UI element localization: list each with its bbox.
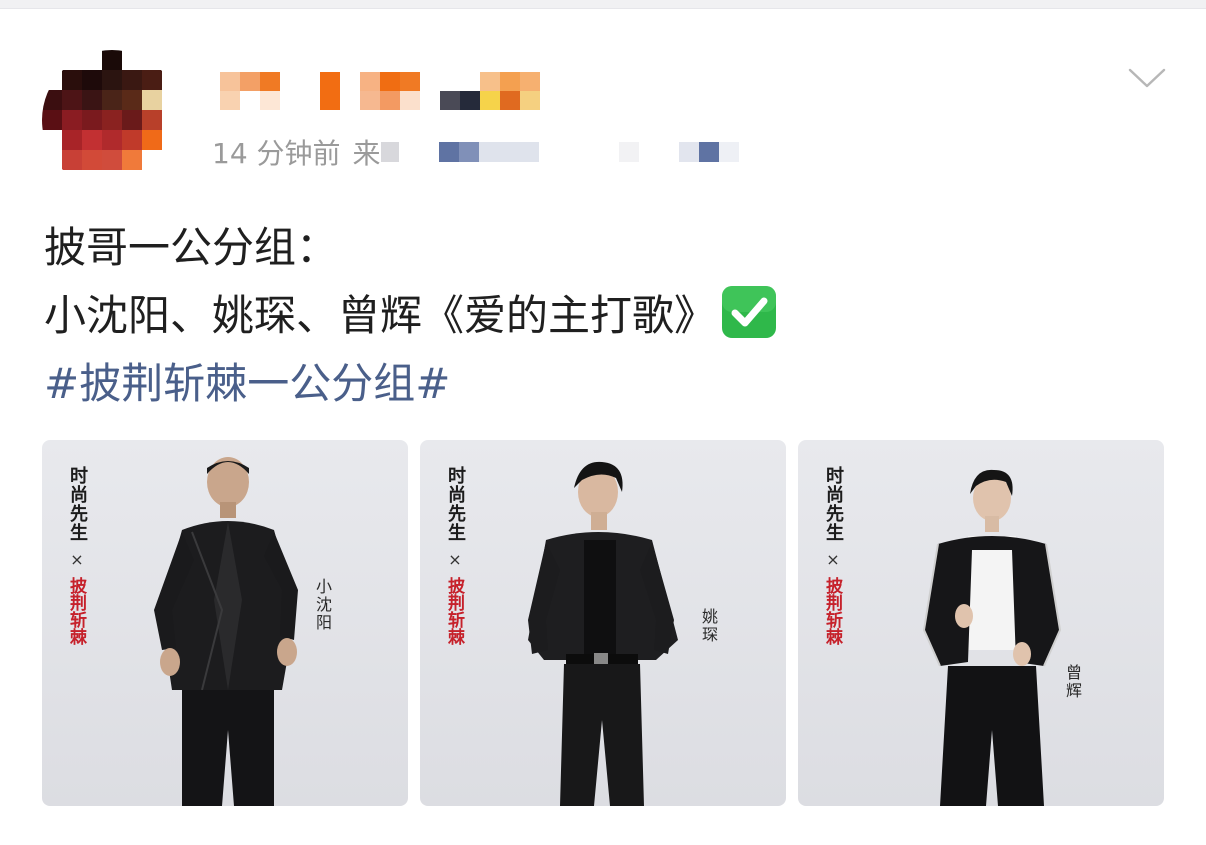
brand-logo-bottom: 披荆斩棘 [66,577,86,645]
person-photo-2 [528,461,678,806]
person-photo-3 [922,469,1062,806]
brand-logo: 时尚先生 × 披荆斩棘 [442,466,468,645]
chevron-down-icon [1128,68,1166,88]
post-text-line-2-text: 小沈阳、姚琛、曾辉《爱的主打歌》 [44,291,717,340]
brand-logo: 时尚先生 × 披荆斩棘 [64,466,90,645]
post-image-2[interactable]: 时尚先生 × 披荆斩棘 姚琛 [420,440,786,806]
more-menu-button[interactable] [1127,62,1167,96]
weibo-post-card: 14 分钟前 来 披哥一公分组： 小沈阳、姚琛、曾辉《爱的主打歌》 #披荆斩棘一… [0,0,1206,845]
brand-logo-bottom: 披荆斩棘 [822,577,842,645]
person-photo-1 [154,457,298,806]
post-image-3[interactable]: 时尚先生 × 披荆斩棘 曾辉 [798,440,1164,806]
post-image-1[interactable]: 时尚先生 × 披荆斩棘 小沈阳 [42,440,408,806]
post-source[interactable]: 来 [353,132,739,172]
brand-logo-bottom: 披荆斩棘 [444,577,464,645]
brand-logo-top: 时尚先生 [445,466,466,542]
brand-logo: 时尚先生 × 披荆斩棘 [820,466,846,645]
username-blurred[interactable] [220,72,560,110]
post-text-line-1: 披哥一公分组： [44,223,339,272]
check-mark-icon [722,286,777,338]
hashtag-link[interactable]: #披荆斩棘一公分组# [44,359,450,408]
post-text-line-2: 小沈阳、姚琛、曾辉《爱的主打歌》 [44,282,778,350]
post-time: 14 分钟前 [212,137,341,170]
brand-logo-x: × [448,550,462,569]
image-grid: 时尚先生 × 披荆斩棘 小沈阳 时尚先生 × 披荆斩棘 姚琛 时尚先生 × 披荆… [42,440,1164,806]
post-meta: 14 分钟前 来 [212,132,739,172]
post-content: 披哥一公分组： 小沈阳、姚琛、曾辉《爱的主打歌》 #披荆斩棘一公分组# [44,214,778,418]
brand-logo-x: × [70,550,84,569]
post-source-partial: 来 [352,137,381,170]
avatar[interactable] [42,50,182,190]
person-name-label: 曾辉 [1063,664,1082,700]
post-hashtag-line: #披荆斩棘一公分组# [44,350,778,418]
person-name-label: 姚琛 [699,608,718,644]
brand-logo-top: 时尚先生 [823,466,844,542]
person-name-label: 小沈阳 [313,578,332,632]
post-source-blurred [380,142,739,162]
brand-logo-top: 时尚先生 [67,466,88,542]
brand-logo-x: × [826,550,840,569]
